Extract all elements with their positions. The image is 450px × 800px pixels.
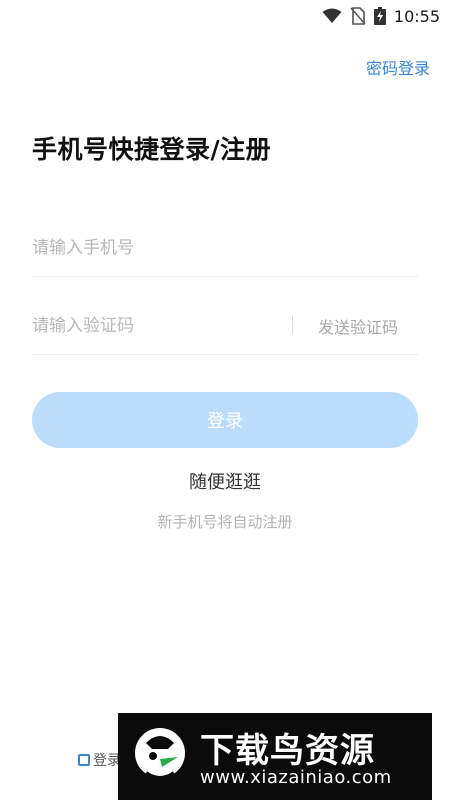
agreement-row: 登录 bbox=[78, 750, 121, 770]
watermark-url: www.xiazainiao.com bbox=[200, 767, 392, 788]
agreement-text: 登录 bbox=[93, 753, 121, 769]
status-time: 10:55 bbox=[393, 6, 440, 26]
watermark-banner: 下载鸟资源 www.xiazainiao.com bbox=[118, 713, 432, 800]
auto-register-note: 新手机号将自动注册 bbox=[157, 513, 293, 531]
wifi-icon bbox=[322, 8, 342, 24]
status-icons: 10:55 bbox=[322, 4, 440, 28]
battery-charging-icon bbox=[373, 7, 386, 25]
phone-input[interactable] bbox=[32, 220, 282, 276]
code-divider bbox=[292, 316, 293, 334]
send-code-button[interactable]: 发送验证码 bbox=[318, 314, 398, 338]
code-field: 发送验证码 bbox=[32, 298, 418, 355]
no-sim-icon bbox=[350, 7, 366, 25]
watermark-title: 下载鸟资源 bbox=[200, 731, 375, 771]
page-title: 手机号快捷登录/注册 bbox=[32, 135, 272, 164]
bird-logo-icon bbox=[132, 723, 188, 793]
browse-link[interactable]: 随便逛逛 bbox=[0, 468, 450, 494]
agreement-checkbox[interactable] bbox=[78, 754, 90, 766]
status-bar: 10:55 bbox=[0, 0, 450, 32]
login-button[interactable]: 登录 bbox=[32, 392, 418, 448]
verification-code-input[interactable] bbox=[32, 298, 282, 354]
phone-field bbox=[32, 220, 418, 277]
password-login-link[interactable]: 密码登录 bbox=[366, 55, 430, 79]
